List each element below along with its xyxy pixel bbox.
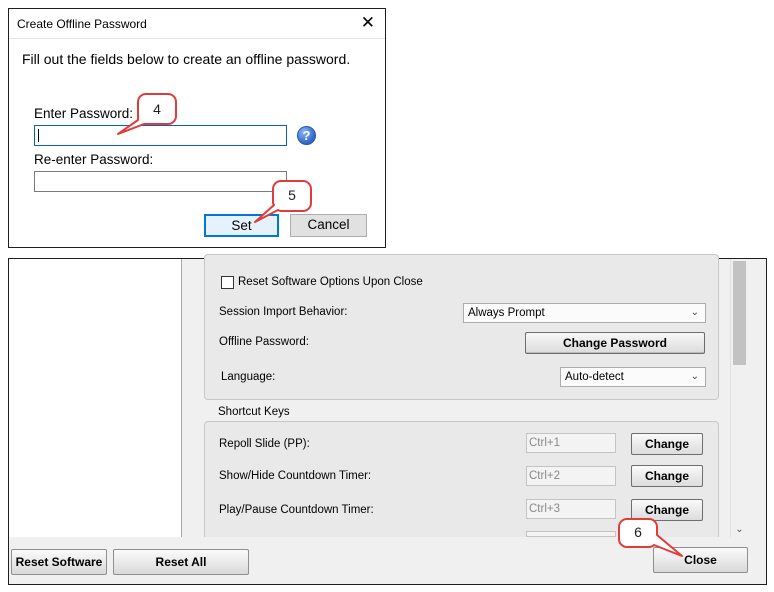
callout-6-shape <box>618 518 683 557</box>
callout-6-number: 6 <box>634 524 642 540</box>
